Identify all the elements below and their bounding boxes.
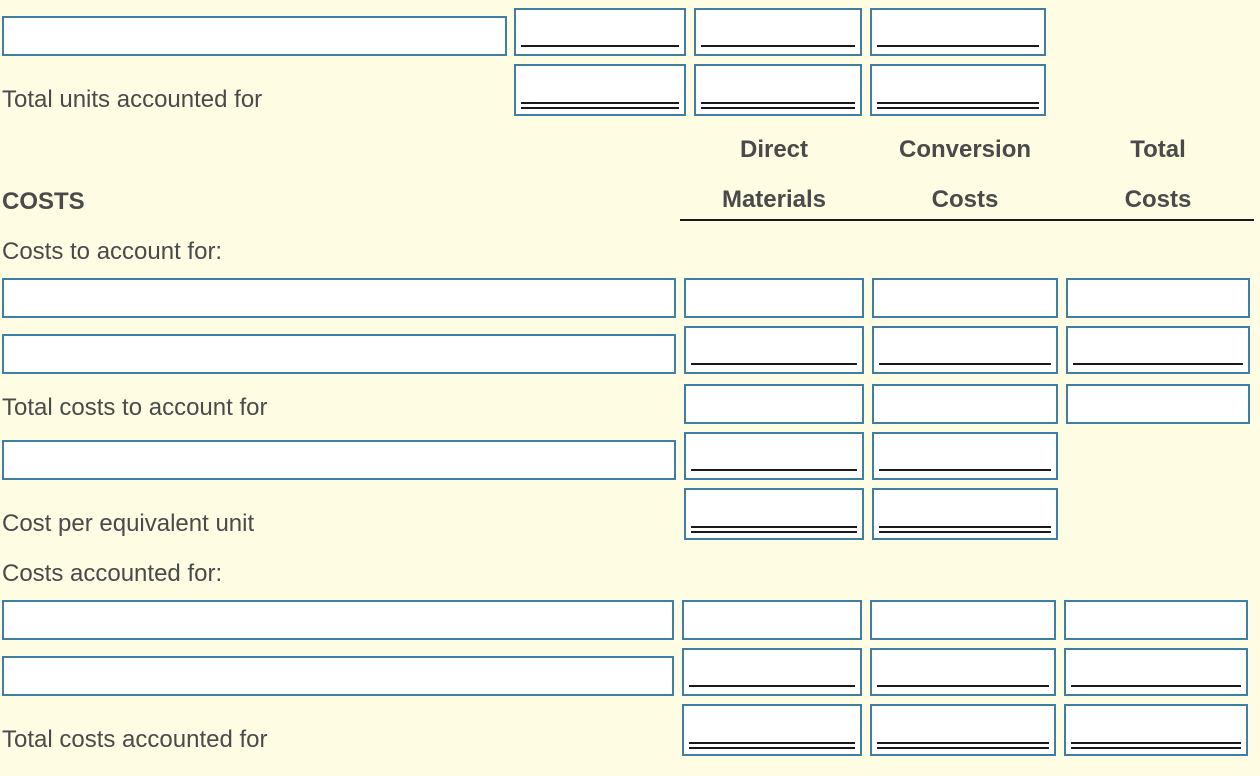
equivalent-units-conversion-input[interactable] xyxy=(872,432,1058,480)
double-underline xyxy=(877,742,1049,749)
accounted-row2-materials-input[interactable] xyxy=(682,648,862,696)
cost-per-equivalent-unit-label: Cost per equivalent unit xyxy=(2,510,255,537)
accounted-row1-conversion-input[interactable] xyxy=(870,600,1056,640)
costs-section-heading: COSTS xyxy=(2,188,85,215)
double-underline xyxy=(877,102,1039,109)
single-underline xyxy=(877,685,1049,687)
cost-row1-label-input[interactable] xyxy=(2,278,676,318)
column-header-direct-materials-line1: Direct xyxy=(739,136,809,163)
header-underline xyxy=(680,219,1254,221)
total-costs-accounted-for-label: Total costs accounted for xyxy=(2,726,268,753)
single-underline xyxy=(879,363,1051,365)
single-underline xyxy=(521,45,679,47)
unit-conversion-input[interactable] xyxy=(870,8,1046,56)
costs-to-account-for-label: Costs to account for: xyxy=(2,238,223,265)
cost-row1-materials-input[interactable] xyxy=(684,278,864,318)
single-underline xyxy=(877,45,1039,47)
single-underline xyxy=(701,45,855,47)
double-underline xyxy=(701,102,855,109)
total-accounted-materials-input[interactable] xyxy=(682,704,862,756)
unit-physical-input[interactable] xyxy=(514,8,686,56)
cost-row2-label-input[interactable] xyxy=(2,334,676,374)
single-underline xyxy=(1071,685,1241,687)
single-underline xyxy=(691,363,857,365)
cost-row1-conversion-input[interactable] xyxy=(872,278,1058,318)
single-underline xyxy=(1073,363,1243,365)
total-costs-total-input[interactable] xyxy=(1066,384,1250,424)
total-costs-conversion-input[interactable] xyxy=(872,384,1058,424)
costs-accounted-for-label: Costs accounted for: xyxy=(2,560,223,587)
single-underline xyxy=(691,469,857,471)
double-underline xyxy=(1071,742,1241,749)
column-header-conversion-costs-line2: Costs xyxy=(931,186,999,213)
accounted-row1-total-input[interactable] xyxy=(1064,600,1248,640)
single-underline xyxy=(879,469,1051,471)
column-header-total-costs-line2: Costs xyxy=(1124,186,1192,213)
total-units-physical-input[interactable] xyxy=(514,64,686,116)
unit-materials-input[interactable] xyxy=(694,8,862,56)
total-units-materials-input[interactable] xyxy=(694,64,862,116)
cost-row2-total-input[interactable] xyxy=(1066,326,1250,374)
total-costs-to-account-for-label: Total costs to account for xyxy=(2,394,268,421)
cost-per-unit-materials-input[interactable] xyxy=(684,488,864,540)
column-header-direct-materials-line2: Materials xyxy=(721,186,827,213)
equivalent-units-materials-input[interactable] xyxy=(684,432,864,480)
accounted-row1-materials-input[interactable] xyxy=(682,600,862,640)
cost-row2-materials-input[interactable] xyxy=(684,326,864,374)
double-underline xyxy=(521,102,679,109)
cost-row1-total-input[interactable] xyxy=(1066,278,1250,318)
total-units-conversion-input[interactable] xyxy=(870,64,1046,116)
total-units-accounted-for-label: Total units accounted for xyxy=(2,86,263,113)
double-underline xyxy=(879,526,1051,533)
total-accounted-conversion-input[interactable] xyxy=(870,704,1056,756)
total-costs-materials-input[interactable] xyxy=(684,384,864,424)
unit-row-label-input[interactable] xyxy=(2,16,507,56)
accounted-row2-total-input[interactable] xyxy=(1064,648,1248,696)
total-accounted-total-input[interactable] xyxy=(1064,704,1248,756)
double-underline xyxy=(691,526,857,533)
accounted-row1-label-input[interactable] xyxy=(2,600,674,640)
column-header-total-costs-line1: Total xyxy=(1130,136,1186,163)
single-underline xyxy=(689,685,855,687)
column-header-conversion-costs-line1: Conversion xyxy=(898,136,1032,163)
equivalent-units-label-input[interactable] xyxy=(2,440,676,480)
accounted-row2-label-input[interactable] xyxy=(2,656,674,696)
cost-row2-conversion-input[interactable] xyxy=(872,326,1058,374)
cost-per-unit-conversion-input[interactable] xyxy=(872,488,1058,540)
double-underline xyxy=(689,742,855,749)
accounted-row2-conversion-input[interactable] xyxy=(870,648,1056,696)
